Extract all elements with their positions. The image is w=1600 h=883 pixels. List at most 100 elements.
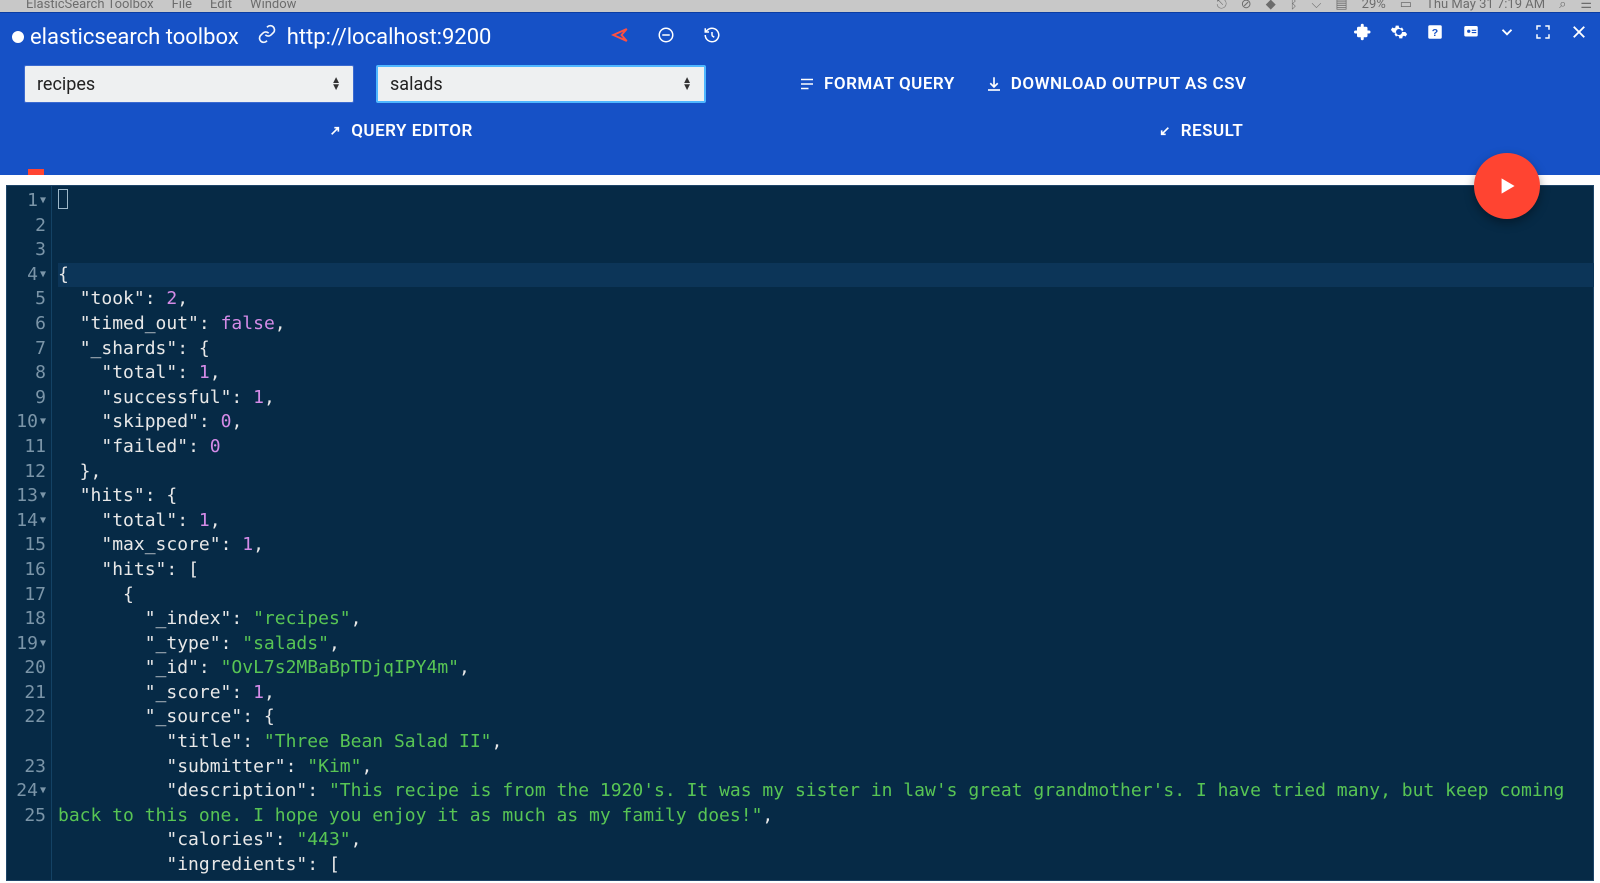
- gutter-line: 4▼: [6, 263, 49, 288]
- run-query-fab[interactable]: [1474, 153, 1540, 219]
- code-line[interactable]: "_id": "OvL7s2MBaBpTDjqIPY4m",: [58, 656, 1594, 681]
- close-icon[interactable]: [1570, 23, 1588, 41]
- active-tab-indicator: [28, 169, 44, 175]
- chevron-down-icon[interactable]: [1498, 23, 1516, 41]
- code-line[interactable]: "calories": "443",: [58, 828, 1594, 853]
- fullscreen-icon[interactable]: [1534, 23, 1552, 41]
- gutter-line: 6: [6, 312, 49, 337]
- gutter-line: 16: [6, 558, 49, 583]
- dropbox-icon[interactable]: ◆: [1266, 0, 1276, 12]
- tab-result[interactable]: RESULT: [800, 121, 1600, 141]
- code-line[interactable]: {: [58, 583, 1594, 608]
- download-csv-button[interactable]: DOWNLOAD OUTPUT AS CSV: [985, 74, 1247, 94]
- code-line[interactable]: "successful": 1,: [58, 386, 1594, 411]
- menu-window[interactable]: Window: [250, 0, 296, 12]
- gutter-line: 14▼: [6, 509, 49, 534]
- gutter-line: 20: [6, 656, 49, 681]
- do-not-disturb-icon[interactable]: ⊘: [1241, 0, 1252, 12]
- gutter-line: 1▼: [6, 189, 49, 214]
- remove-icon[interactable]: [657, 26, 675, 48]
- code-line[interactable]: "_type": "salads",: [58, 632, 1594, 657]
- chevron-updown-icon: ▲▼: [682, 77, 692, 91]
- index-select[interactable]: recipes ▲▼: [24, 65, 354, 103]
- gutter: 1▼234▼5678910▼111213▼14▼1516171819▼20212…: [6, 185, 52, 881]
- chevron-updown-icon: ▲▼: [331, 77, 341, 91]
- gutter-line: 3: [6, 238, 49, 263]
- code-line[interactable]: "_shards": {: [58, 337, 1594, 362]
- gutter-line: 5: [6, 287, 49, 312]
- code-line[interactable]: "timed_out": false,: [58, 312, 1594, 337]
- editor-wrap: 1▼234▼5678910▼111213▼14▼1516171819▼20212…: [0, 175, 1600, 883]
- code-line[interactable]: "skipped": 0,: [58, 410, 1594, 435]
- code-editor[interactable]: 1▼234▼5678910▼111213▼14▼1516171819▼20212…: [6, 185, 1594, 881]
- bluetooth-icon[interactable]: ᛒ: [1290, 0, 1298, 12]
- fold-icon[interactable]: ▼: [40, 484, 46, 509]
- link-icon: [257, 24, 277, 50]
- battery-icon: ▭: [1400, 0, 1412, 12]
- gutter-line: 10▼: [6, 410, 49, 435]
- fold-icon[interactable]: ▼: [40, 410, 46, 435]
- control-center-icon[interactable]: ☰: [1580, 0, 1592, 12]
- code-line[interactable]: "total": 1,: [58, 509, 1594, 534]
- code-line[interactable]: "max_score": 1,: [58, 533, 1594, 558]
- code-line[interactable]: "submitter": "Kim",: [58, 755, 1594, 780]
- gutter-line: 7: [6, 337, 49, 362]
- gutter-line: 12: [6, 460, 49, 485]
- gutter-line: 25: [6, 804, 49, 829]
- mac-menubar: ElasticSearch Toolbox File Edit Window ⎋…: [0, 0, 1600, 12]
- code-line[interactable]: "title": "Three Bean Salad II",: [58, 730, 1594, 755]
- format-query-label: FORMAT QUERY: [824, 74, 955, 94]
- code-line[interactable]: {: [58, 263, 1594, 288]
- code-line[interactable]: },: [58, 460, 1594, 485]
- code-line[interactable]: {: [58, 878, 1594, 881]
- code-line[interactable]: "failed": 0: [58, 435, 1594, 460]
- code-line[interactable]: "took": 2,: [58, 287, 1594, 312]
- code-line[interactable]: back to this one. I hope you enjoy it as…: [58, 804, 1594, 829]
- fold-icon[interactable]: ▼: [40, 263, 46, 288]
- gutter-line: 13▼: [6, 484, 49, 509]
- history-icon[interactable]: [703, 26, 721, 48]
- gutter-line: 15: [6, 533, 49, 558]
- menu-file[interactable]: File: [172, 0, 192, 12]
- fold-icon[interactable]: ▼: [40, 632, 46, 657]
- gutter-line: 9: [6, 386, 49, 411]
- gutter-line: 8: [6, 361, 49, 386]
- menu-edit[interactable]: Edit: [210, 0, 232, 12]
- code-body[interactable]: { "took": 2, "timed_out": false, "_shard…: [52, 185, 1594, 881]
- flag-icon[interactable]: ▤: [1335, 0, 1347, 12]
- code-line[interactable]: "_score": 1,: [58, 681, 1594, 706]
- help-icon[interactable]: ?: [1426, 23, 1444, 41]
- gutter-line: 17: [6, 583, 49, 608]
- tab-query-editor-label: QUERY EDITOR: [351, 121, 473, 141]
- wifi-icon[interactable]: ⌵: [1312, 0, 1322, 12]
- code-line[interactable]: "ingredients": [: [58, 853, 1594, 878]
- gutter-line: 18: [6, 607, 49, 632]
- send-request-icon[interactable]: [611, 26, 629, 48]
- fold-icon[interactable]: ▼: [40, 189, 46, 214]
- account-icon[interactable]: [1462, 23, 1480, 41]
- type-select[interactable]: salads ▲▼: [376, 65, 706, 103]
- app-header: elasticsearch toolbox http://localhost:9…: [0, 12, 1600, 175]
- code-line[interactable]: "hits": {: [58, 484, 1594, 509]
- format-query-button[interactable]: FORMAT QUERY: [798, 74, 955, 94]
- gutter-line: 22: [6, 705, 49, 730]
- index-select-value: recipes: [37, 74, 95, 95]
- tab-query-editor[interactable]: QUERY EDITOR: [0, 121, 800, 141]
- app-title: elasticsearch toolbox: [30, 25, 239, 50]
- code-line[interactable]: "_index": "recipes",: [58, 607, 1594, 632]
- fold-icon[interactable]: ▼: [40, 509, 46, 534]
- code-line[interactable]: "description": "This recipe is from the …: [58, 779, 1594, 804]
- settings-icon[interactable]: [1390, 23, 1408, 41]
- fold-icon[interactable]: ▼: [40, 779, 46, 804]
- code-line[interactable]: "_source": {: [58, 705, 1594, 730]
- gutter-line: 19▼: [6, 632, 49, 657]
- code-line[interactable]: "total": 1,: [58, 361, 1594, 386]
- spotlight-icon[interactable]: ⌕: [1559, 0, 1566, 12]
- server-url[interactable]: http://localhost:9200: [287, 25, 492, 50]
- type-select-value: salads: [390, 74, 443, 95]
- github-icon[interactable]: ⎋: [1216, 0, 1226, 12]
- gutter-line: 23: [6, 755, 49, 780]
- extension-icon[interactable]: [1354, 23, 1372, 41]
- code-line[interactable]: "hits": [: [58, 558, 1594, 583]
- app-name-menu[interactable]: ElasticSearch Toolbox: [26, 0, 154, 12]
